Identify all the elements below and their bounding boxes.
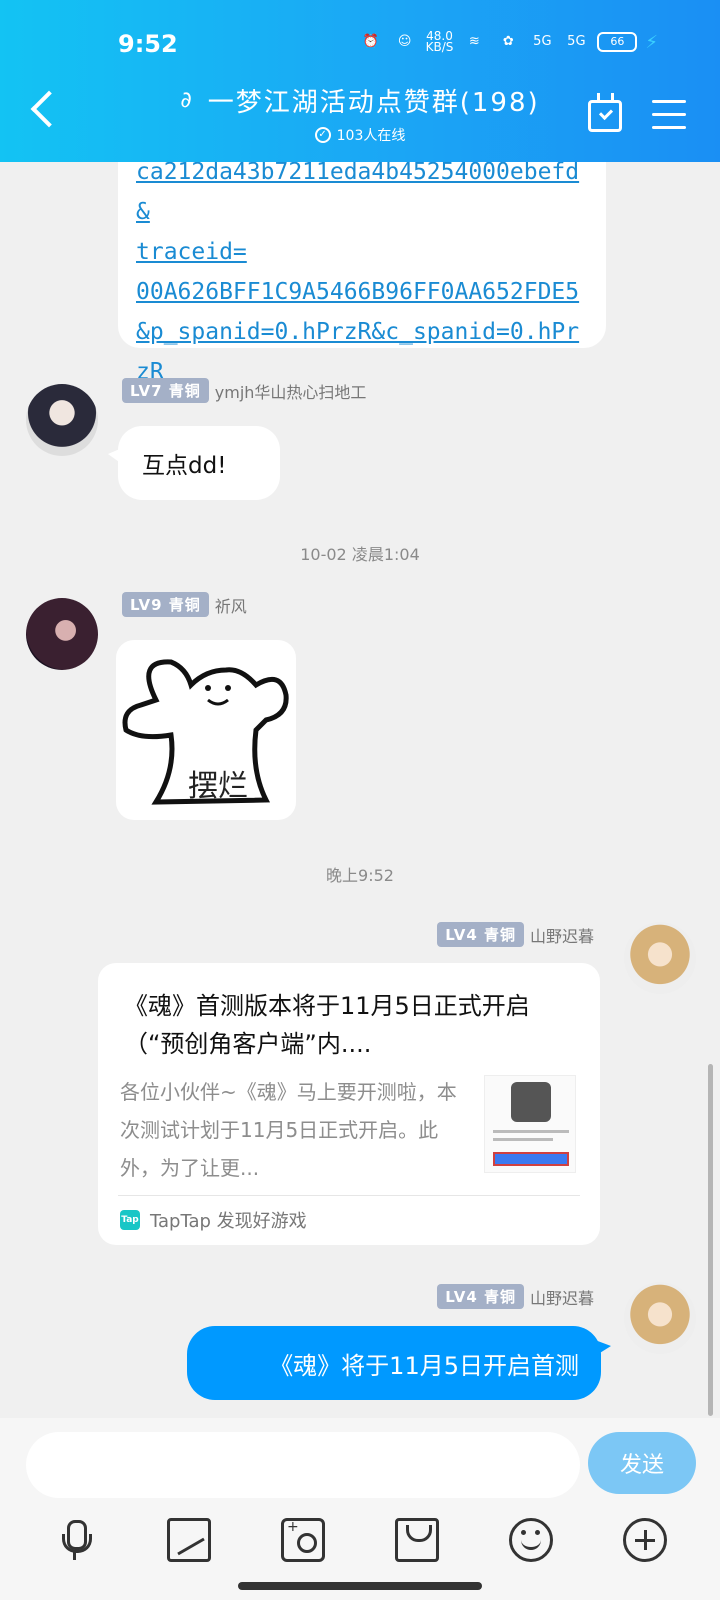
speed-unit: KB/S [425, 40, 454, 54]
thumb-line [493, 1130, 569, 1133]
level-badge: LV9 青铜 [122, 592, 209, 617]
group-title-row: ∂ 一梦江湖活动点赞群(198) [180, 82, 539, 119]
emoji-icon[interactable] [509, 1518, 553, 1562]
camera-icon[interactable] [281, 1518, 325, 1562]
status-icons: ⏰ ☺ 48.0 KB/S ≋ ✿ 5G 5G 66 ⚡ [358, 30, 659, 54]
alarm-icon: ⏰ [362, 34, 379, 49]
scrollbar[interactable] [708, 1064, 713, 1416]
card-title: 《魂》首测版本将于11月5日正式开启（“预创角客户端”内.... [124, 992, 530, 1058]
plus-icon[interactable] [623, 1518, 667, 1562]
sender-meta: LV4 青铜 山野迟暮 [437, 922, 594, 947]
sender-name[interactable]: 祈风 [215, 593, 247, 617]
source-label: TapTap 发现好游戏 [150, 1211, 307, 1232]
chat-header: 9:52 ⏰ ☺ 48.0 KB/S ≋ ✿ 5G 5G 66 ⚡ ∂ 一梦江湖… [0, 0, 720, 162]
online-status: ✓ 103人在线 [314, 125, 406, 145]
home-indicator[interactable] [238, 1582, 482, 1590]
game-logo-icon [511, 1082, 551, 1122]
menu-line [652, 126, 686, 129]
card-source: Tap TapTap 发现好游戏 [120, 1207, 307, 1233]
avatar[interactable] [624, 922, 696, 994]
app-notify-icon: ☺ [397, 34, 412, 49]
message-bubble-self[interactable]: 《魂》将于11月5日开启首测 [187, 1326, 611, 1400]
share-card[interactable]: 《魂》首测版本将于11月5日正式开启（“预创角客户端”内.... 各位小伙伴~《… [98, 963, 600, 1245]
avatar[interactable] [624, 1282, 696, 1354]
signal-5g-1: 5G [533, 34, 552, 49]
red-packet-icon[interactable] [395, 1518, 439, 1562]
network-speed: 48.0 KB/S [425, 30, 454, 54]
toolbar [0, 1518, 720, 1562]
link-line-2[interactable]: traceid= [136, 232, 588, 272]
menu-line [652, 100, 686, 103]
group-title: 一梦江湖活动点赞群(198) [207, 88, 540, 118]
sender-name[interactable]: ymjh华山热心扫地工 [215, 379, 367, 403]
sender-meta: LV4 青铜 山野迟暮 [437, 1284, 594, 1309]
menu-icon[interactable] [652, 100, 686, 130]
link-line-1[interactable]: ca212da43b7211eda4b45254000ebefd& [136, 152, 588, 232]
online-count: 103人在线 [336, 128, 406, 144]
sender-meta: LV7 青铜 ymjh华山热心扫地工 [122, 378, 366, 403]
sticker-drawing: 摆烂 [122, 659, 289, 805]
chat-area[interactable]: ca212da43b7211eda4b45254000ebefd& tracei… [0, 0, 720, 1418]
avatar[interactable] [26, 598, 98, 670]
level-badge: LV4 青铜 [437, 1284, 524, 1309]
avatar[interactable] [26, 384, 98, 456]
thumb-button [493, 1152, 569, 1166]
input-bar: 发送 [0, 1418, 720, 1600]
microphone-icon[interactable] [53, 1518, 97, 1562]
charging-icon: ⚡ [645, 31, 658, 53]
divider [118, 1195, 580, 1196]
message-input[interactable] [26, 1432, 580, 1498]
mic-stand [73, 1552, 76, 1560]
status-time: 9:52 [118, 30, 178, 58]
timestamp: 10-02 凌晨1:04 [300, 545, 420, 564]
check-mark [598, 105, 614, 121]
wifi-icon: ≋ [468, 34, 480, 49]
sender-name[interactable]: 山野迟暮 [530, 923, 594, 947]
send-button[interactable]: 发送 [588, 1432, 696, 1494]
card-description: 各位小伙伴~《魂》马上要开测啦，本次测试计划于11月5日正式开启。此外，为了让更… [120, 1080, 457, 1180]
battery-icon: 66 [597, 32, 638, 52]
signal-5g-2: 5G [567, 34, 586, 49]
sender-name[interactable]: 山野迟暮 [530, 1285, 594, 1309]
online-check-icon: ✓ [314, 127, 331, 143]
level-badge: LV7 青铜 [122, 378, 209, 403]
sender-meta: LV9 青铜 祈风 [122, 592, 247, 617]
menu-line [652, 113, 686, 116]
calendar-checkin-icon[interactable] [588, 93, 622, 132]
thumb-line [493, 1138, 553, 1141]
image-icon[interactable] [167, 1518, 211, 1562]
link-line-3[interactable]: 00A626BFF1C9A5466B96FF0AA652FDE5 [136, 272, 588, 312]
message-bubble[interactable]: 互点dd! [118, 426, 280, 500]
sticker-image[interactable]: 摆烂 [116, 640, 296, 820]
sticker-label: 摆烂 [188, 769, 248, 804]
timestamp: 晚上9:52 [326, 866, 394, 885]
bow-icon: ✿ [502, 34, 514, 49]
ear-icon: ∂ [180, 88, 194, 113]
card-thumbnail [484, 1075, 576, 1173]
taptap-icon: Tap [120, 1210, 140, 1230]
level-badge: LV4 青铜 [437, 922, 524, 947]
